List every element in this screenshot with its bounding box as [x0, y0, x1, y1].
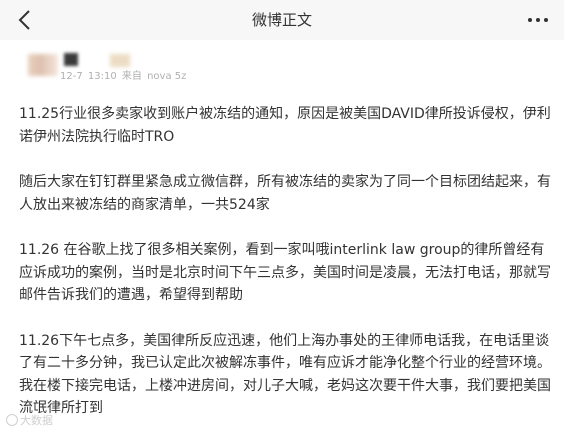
page-title: 微博正文	[251, 11, 312, 29]
watermark-text: 大数据	[20, 414, 53, 427]
post-paragraph: 11.25行业很多卖家收到账户被冻结的通知，原因是被美国DAVID律所投诉侵权，…	[19, 106, 551, 145]
post-date: 12-7	[60, 71, 83, 82]
post-device: nova 5z	[147, 71, 187, 82]
post-paragraph: 11.26 在谷歌上找了很多相关案例，看到一家叫哦interlink law g…	[19, 242, 551, 303]
more-horizontal-icon	[528, 18, 548, 22]
post-author-header: 12-7 13:10 来自 nova 5z	[0, 40, 564, 88]
watermark: 大数据	[6, 412, 53, 428]
post-source-prefix: 来自	[121, 71, 142, 82]
watermark-logo-icon	[6, 414, 18, 426]
more-button[interactable]	[522, 4, 554, 36]
top-navigation-bar: 微博正文	[0, 0, 564, 41]
post-meta: 12-7 13:10 来自 nova 5z	[60, 67, 188, 82]
post-content: 11.25行业很多卖家收到账户被冻结的通知，原因是被美国DAVID律所投诉侵权，…	[19, 103, 551, 443]
blurred-username	[64, 53, 78, 66]
blurred-badge	[110, 54, 130, 67]
post-paragraph: 随后大家在钉钉群里紧急成立微信群，所有被冻结的卖家为了同一个目标团结起来，有人放…	[19, 174, 551, 213]
post-time: 13:10	[87, 71, 117, 82]
post-paragraph: 11.26下午七点多，美国律所反应迅速，他们上海办事处的王律师电话我，在电话里谈…	[19, 332, 551, 417]
avatar[interactable]	[28, 54, 58, 76]
